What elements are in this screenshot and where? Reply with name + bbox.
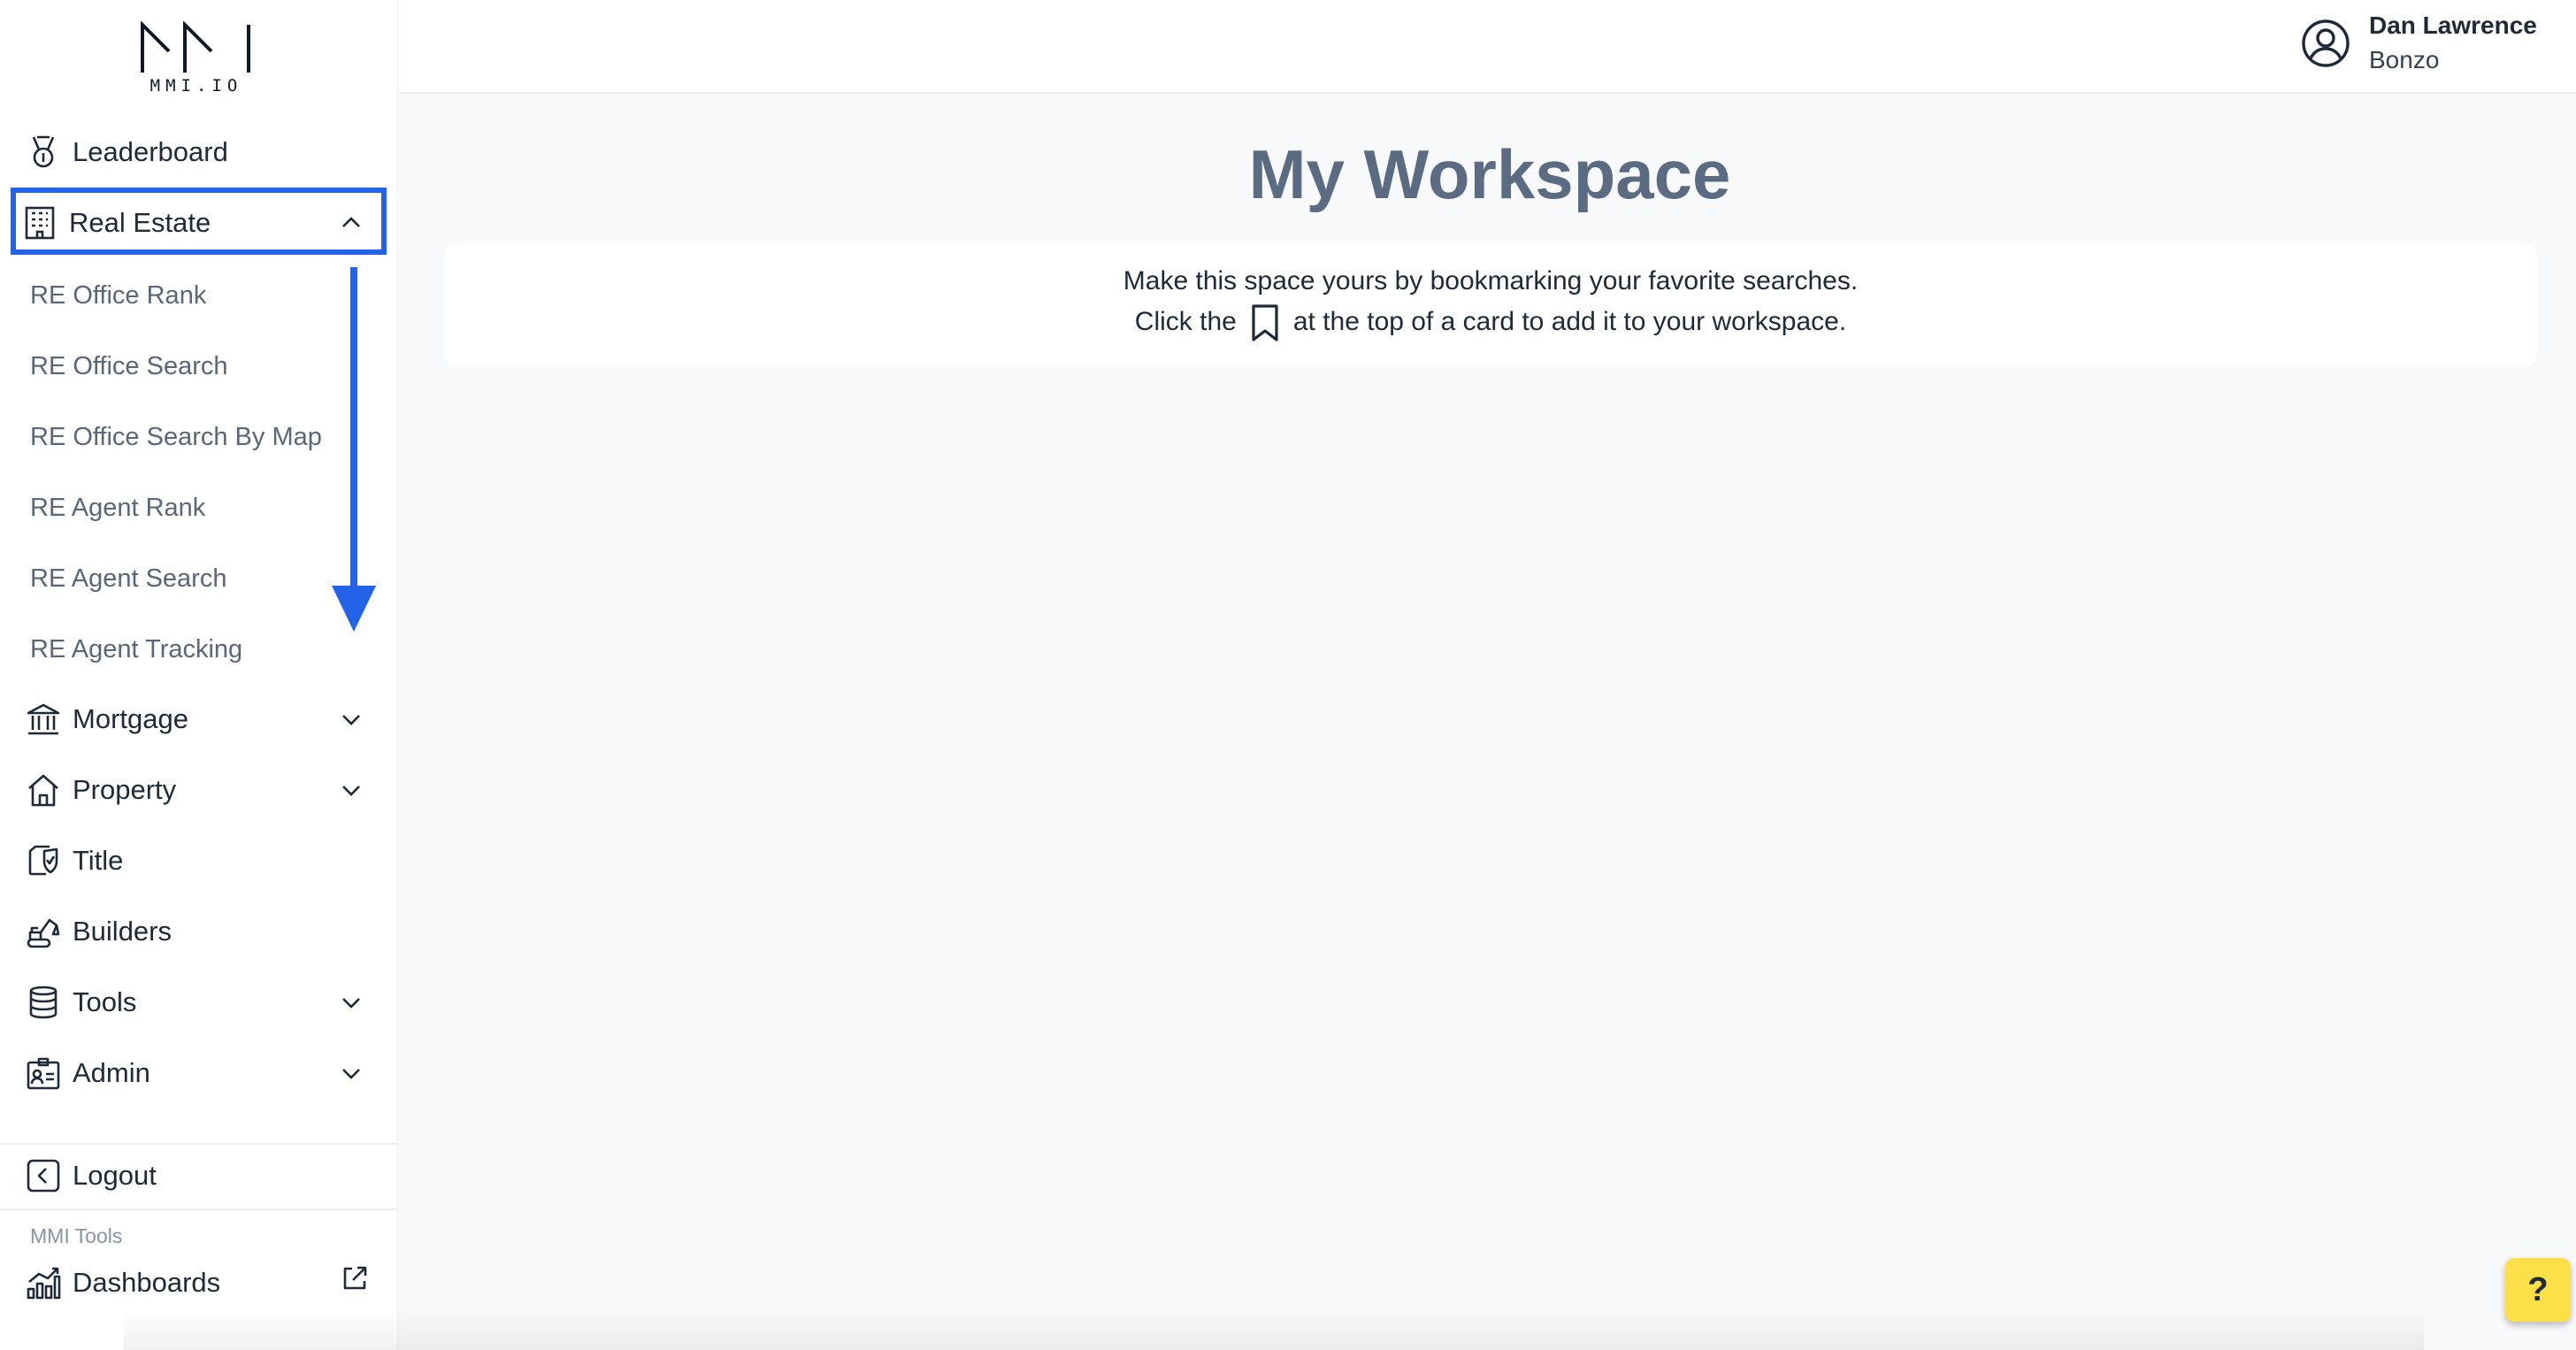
sidebar-item-admin[interactable]: Admin	[0, 1047, 398, 1100]
sidebar-item-tools[interactable]: Tools	[0, 976, 398, 1029]
logo[interactable]: MMI.IO	[137, 21, 256, 96]
workspace-info-card: Make this space yours by bookmarking you…	[444, 243, 2537, 367]
user-name[interactable]: Dan Lawrence	[2369, 12, 2537, 40]
arrow-down-annotation-icon	[332, 267, 376, 632]
logout-icon	[25, 1157, 62, 1194]
title-icon	[25, 842, 62, 879]
excavator-icon	[25, 913, 62, 950]
sidebar-item-leaderboard[interactable]: Leaderboard	[0, 126, 398, 179]
page-title: My Workspace	[1248, 135, 1731, 213]
bar-chart-icon	[25, 1264, 62, 1301]
sidebar-subitem-re-agent-tracking[interactable]: RE Agent Tracking	[30, 627, 242, 671]
sidebar-subitem-re-office-search-by-map[interactable]: RE Office Search By Map	[30, 415, 322, 459]
app: MMI.IO Leaderboard Real Estate RE Office…	[0, 0, 2576, 1350]
id-card-icon	[25, 1055, 62, 1092]
sidebar-item-label: Admin	[73, 1057, 150, 1088]
sidebar-item-label: Property	[73, 774, 177, 805]
sidebar-subitem-re-agent-search[interactable]: RE Agent Search	[30, 556, 226, 601]
chevron-down-icon[interactable]	[338, 706, 364, 733]
help-button[interactable]: ?	[2505, 1258, 2571, 1322]
info-text-before: Click the	[1134, 306, 1237, 336]
chevron-down-icon[interactable]	[338, 989, 364, 1016]
top-bar	[399, 0, 2576, 94]
logo-text: MMI.IO	[150, 76, 243, 96]
chevron-down-icon[interactable]	[338, 777, 364, 803]
bank-icon	[25, 701, 62, 738]
sidebar-item-dashboards[interactable]: Dashboards	[0, 1256, 398, 1309]
user-avatar-icon[interactable]	[2300, 18, 2351, 69]
sidebar-item-real-estate[interactable]: Real Estate	[0, 196, 398, 249]
sidebar-item-title[interactable]: Title	[0, 834, 398, 887]
sidebar-divider	[0, 1143, 398, 1145]
building-icon	[21, 204, 58, 242]
logo-mark-icon	[141, 21, 250, 73]
sidebar-item-builders[interactable]: Builders	[0, 905, 398, 958]
sidebar-item-label: Tools	[73, 986, 137, 1017]
sidebar-subitem-re-office-rank[interactable]: RE Office Rank	[30, 273, 206, 318]
sidebar-item-mortgage[interactable]: Mortgage	[0, 693, 398, 746]
database-icon	[25, 984, 62, 1021]
house-icon	[25, 771, 62, 809]
sidebar-item-label: Builders	[73, 916, 172, 947]
external-link-icon[interactable]	[340, 1263, 370, 1293]
section-label: MMI Tools	[30, 1224, 123, 1247]
medal-icon	[25, 134, 62, 171]
sidebar-item-logout[interactable]: Logout	[0, 1149, 398, 1202]
sidebar-item-label: Mortgage	[73, 703, 188, 734]
sidebar-item-label: Logout	[73, 1160, 157, 1191]
chevron-down-icon[interactable]	[338, 1060, 364, 1086]
bottom-shadow	[124, 1309, 2424, 1350]
sidebar-divider	[0, 1208, 398, 1210]
user-organization: Bonzo	[2369, 46, 2440, 73]
sidebar-item-label: Title	[73, 845, 124, 876]
sidebar-item-label: Dashboards	[73, 1267, 221, 1298]
sidebar-item-property[interactable]: Property	[0, 763, 398, 817]
info-text-after: at the top of a card to add it to your w…	[1292, 306, 1847, 336]
chevron-up-icon[interactable]	[338, 210, 364, 236]
info-text-line-2: Click the at the top of a card to add it …	[444, 303, 2537, 342]
sidebar-subitem-re-agent-rank[interactable]: RE Agent Rank	[30, 486, 205, 530]
sidebar-subitem-re-office-search[interactable]: RE Office Search	[30, 344, 228, 388]
sidebar-item-label: Real Estate	[69, 207, 211, 238]
sidebar: MMI.IO Leaderboard Real Estate RE Office…	[0, 0, 398, 1350]
info-text-line-1: Make this space yours by bookmarking you…	[1123, 266, 1859, 295]
sidebar-item-label: Leaderboard	[73, 136, 228, 167]
bookmark-icon	[1249, 303, 1281, 342]
